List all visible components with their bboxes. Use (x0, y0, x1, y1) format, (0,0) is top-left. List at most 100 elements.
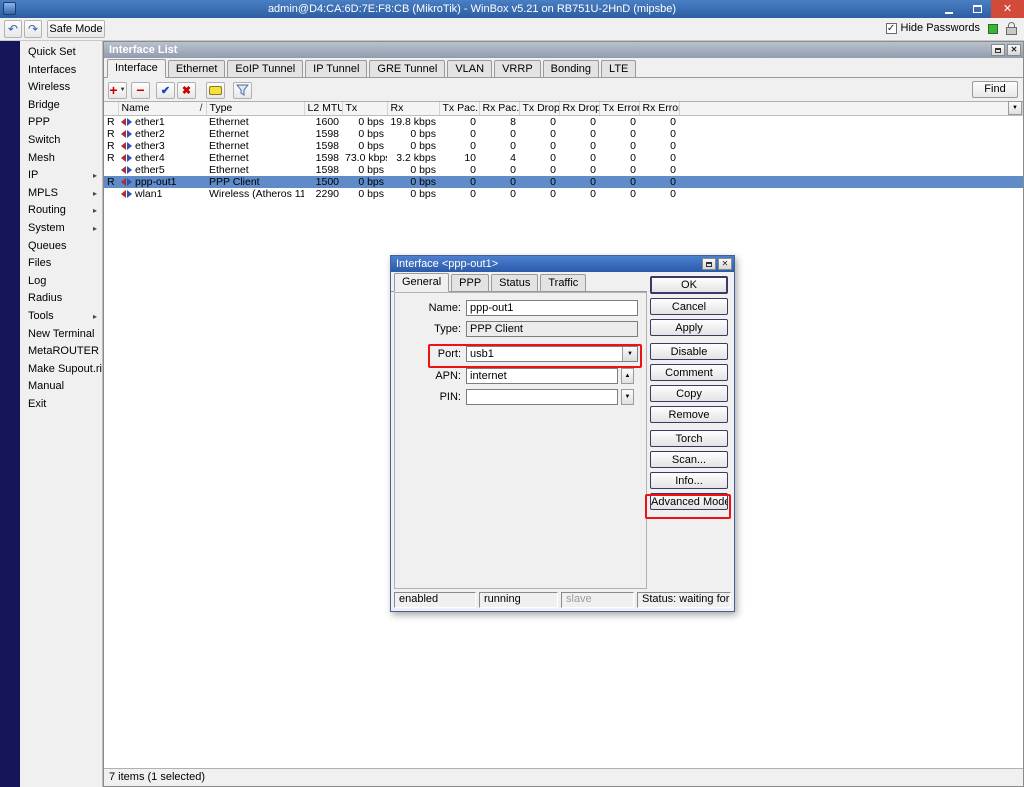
tab-bonding[interactable]: Bonding (543, 60, 599, 77)
dialog-button-copy[interactable]: Copy (650, 385, 728, 402)
row-type: PPP Client (206, 176, 304, 188)
table-header-row: Name/TypeL2 MTUTxRxTx Pac...Rx Pac...Tx … (104, 102, 1023, 115)
sidebar-item-switch[interactable]: Switch (20, 132, 102, 150)
dialog-button-info[interactable]: Info... (650, 472, 728, 489)
minimize-button[interactable] (935, 0, 963, 18)
interface-list-close-button[interactable]: ✕ (1007, 44, 1021, 56)
tab-gre-tunnel[interactable]: GRE Tunnel (369, 60, 445, 77)
dialog-button-scan[interactable]: Scan... (650, 451, 728, 468)
comment-button[interactable] (206, 82, 225, 99)
table-row[interactable]: wlan1Wireless (Atheros 11N)22900 bps0 bp… (104, 188, 1023, 200)
column-select-dropdown[interactable]: ▼ (1008, 101, 1022, 115)
sidebar-item-manual[interactable]: Manual (20, 378, 102, 396)
add-interface-button[interactable]: +▼ (108, 82, 127, 99)
pin-input[interactable] (466, 389, 618, 405)
apn-input[interactable] (466, 368, 618, 384)
port-dropdown-arrow[interactable]: ▼ (622, 347, 637, 361)
tab-lte[interactable]: LTE (601, 60, 636, 77)
table-row[interactable]: Rppp-out1PPP Client15000 bps0 bps000000 (104, 176, 1023, 188)
lock-body (1006, 27, 1017, 35)
interface-name-label: ether5 (135, 164, 165, 176)
sidebar-item-system[interactable]: System▸ (20, 220, 102, 238)
sidebar-item-metarouter[interactable]: MetaROUTER (20, 343, 102, 361)
dialog-button-advanced-mode[interactable]: Advanced Mode (650, 493, 728, 510)
name-input[interactable] (466, 300, 638, 316)
sidebar-item-new-terminal[interactable]: New Terminal (20, 326, 102, 344)
sidebar-item-routing[interactable]: Routing▸ (20, 202, 102, 220)
column-header-rx-errors[interactable]: Rx Errors (639, 102, 679, 115)
sidebar-item-radius[interactable]: Radius (20, 290, 102, 308)
hide-passwords-checkbox[interactable]: ✓ (886, 23, 897, 34)
column-header-l2-mtu[interactable]: L2 MTU (304, 102, 342, 115)
dialog-button-ok[interactable]: OK (650, 276, 728, 294)
filter-button[interactable] (233, 82, 252, 99)
tab-ip-tunnel[interactable]: IP Tunnel (305, 60, 367, 77)
dialog-button-disable[interactable]: Disable (650, 343, 728, 360)
sidebar-item-ip[interactable]: IP▸ (20, 167, 102, 185)
tab-ethernet[interactable]: Ethernet (168, 60, 226, 77)
sidebar-item-wireless[interactable]: Wireless (20, 79, 102, 97)
redo-button[interactable]: ↷ (24, 20, 42, 38)
dialog-button-torch[interactable]: Torch (650, 430, 728, 447)
disable-button[interactable]: ✖ (177, 82, 196, 99)
sidebar-item-make-supout-rif[interactable]: Make Supout.rif (20, 361, 102, 379)
sidebar-item-tools[interactable]: Tools▸ (20, 308, 102, 326)
table-row[interactable]: Rether4Ethernet159873.0 kbps3.2 kbps1040… (104, 152, 1023, 164)
enable-button[interactable]: ✔ (156, 82, 175, 99)
undo-button[interactable]: ↶ (4, 20, 22, 38)
dialog-button-remove[interactable]: Remove (650, 406, 728, 423)
tab-interface[interactable]: Interface (107, 59, 166, 78)
dialog-close-button[interactable]: ✕ (718, 258, 732, 270)
column-header-tx-pac[interactable]: Tx Pac... (439, 102, 479, 115)
maximize-button[interactable] (963, 0, 991, 18)
sidebar-item-log[interactable]: Log (20, 273, 102, 291)
sidebar-item-queues[interactable]: Queues (20, 238, 102, 256)
remove-interface-button[interactable]: − (131, 82, 150, 99)
interface-list-toolbar: +▼ − ✔ ✖ Find (104, 79, 1023, 101)
column-header-tx-drops[interactable]: Tx Drops (519, 102, 559, 115)
sidebar-item-ppp[interactable]: PPP (20, 114, 102, 132)
sidebar-item-mesh[interactable]: Mesh (20, 150, 102, 168)
sidebar-item-exit[interactable]: Exit (20, 396, 102, 414)
dialog-button-apply[interactable]: Apply (650, 319, 728, 336)
dialog-tab-general[interactable]: General (394, 273, 449, 292)
table-row[interactable]: Rether1Ethernet16000 bps19.8 kbps080000 (104, 115, 1023, 128)
sidebar-item-interfaces[interactable]: Interfaces (20, 62, 102, 80)
column-header-rx-pac[interactable]: Rx Pac... (479, 102, 519, 115)
sidebar-item-mpls[interactable]: MPLS▸ (20, 185, 102, 203)
interface-list-titlebar[interactable]: Interface List ✕ (104, 42, 1023, 58)
safe-mode-button[interactable]: Safe Mode (47, 20, 105, 38)
dialog-restore-button[interactable] (702, 258, 716, 270)
column-header-rx[interactable]: Rx (387, 102, 439, 115)
table-row[interactable]: ether5Ethernet15980 bps0 bps000000 (104, 164, 1023, 176)
row-tx-errors: 0 (599, 188, 639, 200)
dialog-button-cancel[interactable]: Cancel (650, 298, 728, 315)
table-row[interactable]: Rether3Ethernet15980 bps0 bps000000 (104, 140, 1023, 152)
port-combobox[interactable]: ▼ (466, 346, 638, 362)
port-input[interactable] (467, 347, 622, 361)
main-titlebar[interactable]: admin@D4:CA:6D:7E:F8:CB (MikroTik) - Win… (0, 0, 1024, 18)
dialog-tab-status[interactable]: Status (491, 274, 538, 291)
column-header-name[interactable]: Name/ (118, 102, 206, 115)
sidebar-item-quick-set[interactable]: Quick Set (20, 44, 102, 62)
dialog-tab-traffic[interactable]: Traffic (540, 274, 586, 291)
tab-eoip-tunnel[interactable]: EoIP Tunnel (227, 60, 303, 77)
column-header-rx-drops[interactable]: Rx Drops (559, 102, 599, 115)
dialog-button-comment[interactable]: Comment (650, 364, 728, 381)
sidebar-item-bridge[interactable]: Bridge (20, 97, 102, 115)
close-button[interactable]: ✕ (991, 0, 1024, 18)
apn-up-arrow[interactable]: ▲ (621, 368, 634, 384)
table-row[interactable]: Rether2Ethernet15980 bps0 bps000000 (104, 128, 1023, 140)
find-button[interactable]: Find (972, 81, 1018, 98)
tab-vrrp[interactable]: VRRP (494, 60, 541, 77)
column-header-type[interactable]: Type (206, 102, 304, 115)
dialog-tab-ppp[interactable]: PPP (451, 274, 489, 291)
column-header-flag[interactable] (104, 102, 118, 115)
interface-list-restore-button[interactable] (991, 44, 1005, 56)
column-header-tx[interactable]: Tx (342, 102, 387, 115)
dialog-titlebar[interactable]: Interface <ppp-out1> ✕ (391, 256, 734, 272)
tab-vlan[interactable]: VLAN (447, 60, 492, 77)
sidebar-item-files[interactable]: Files (20, 255, 102, 273)
pin-down-arrow[interactable]: ▼ (621, 389, 634, 405)
column-header-tx-errors[interactable]: Tx Errors (599, 102, 639, 115)
